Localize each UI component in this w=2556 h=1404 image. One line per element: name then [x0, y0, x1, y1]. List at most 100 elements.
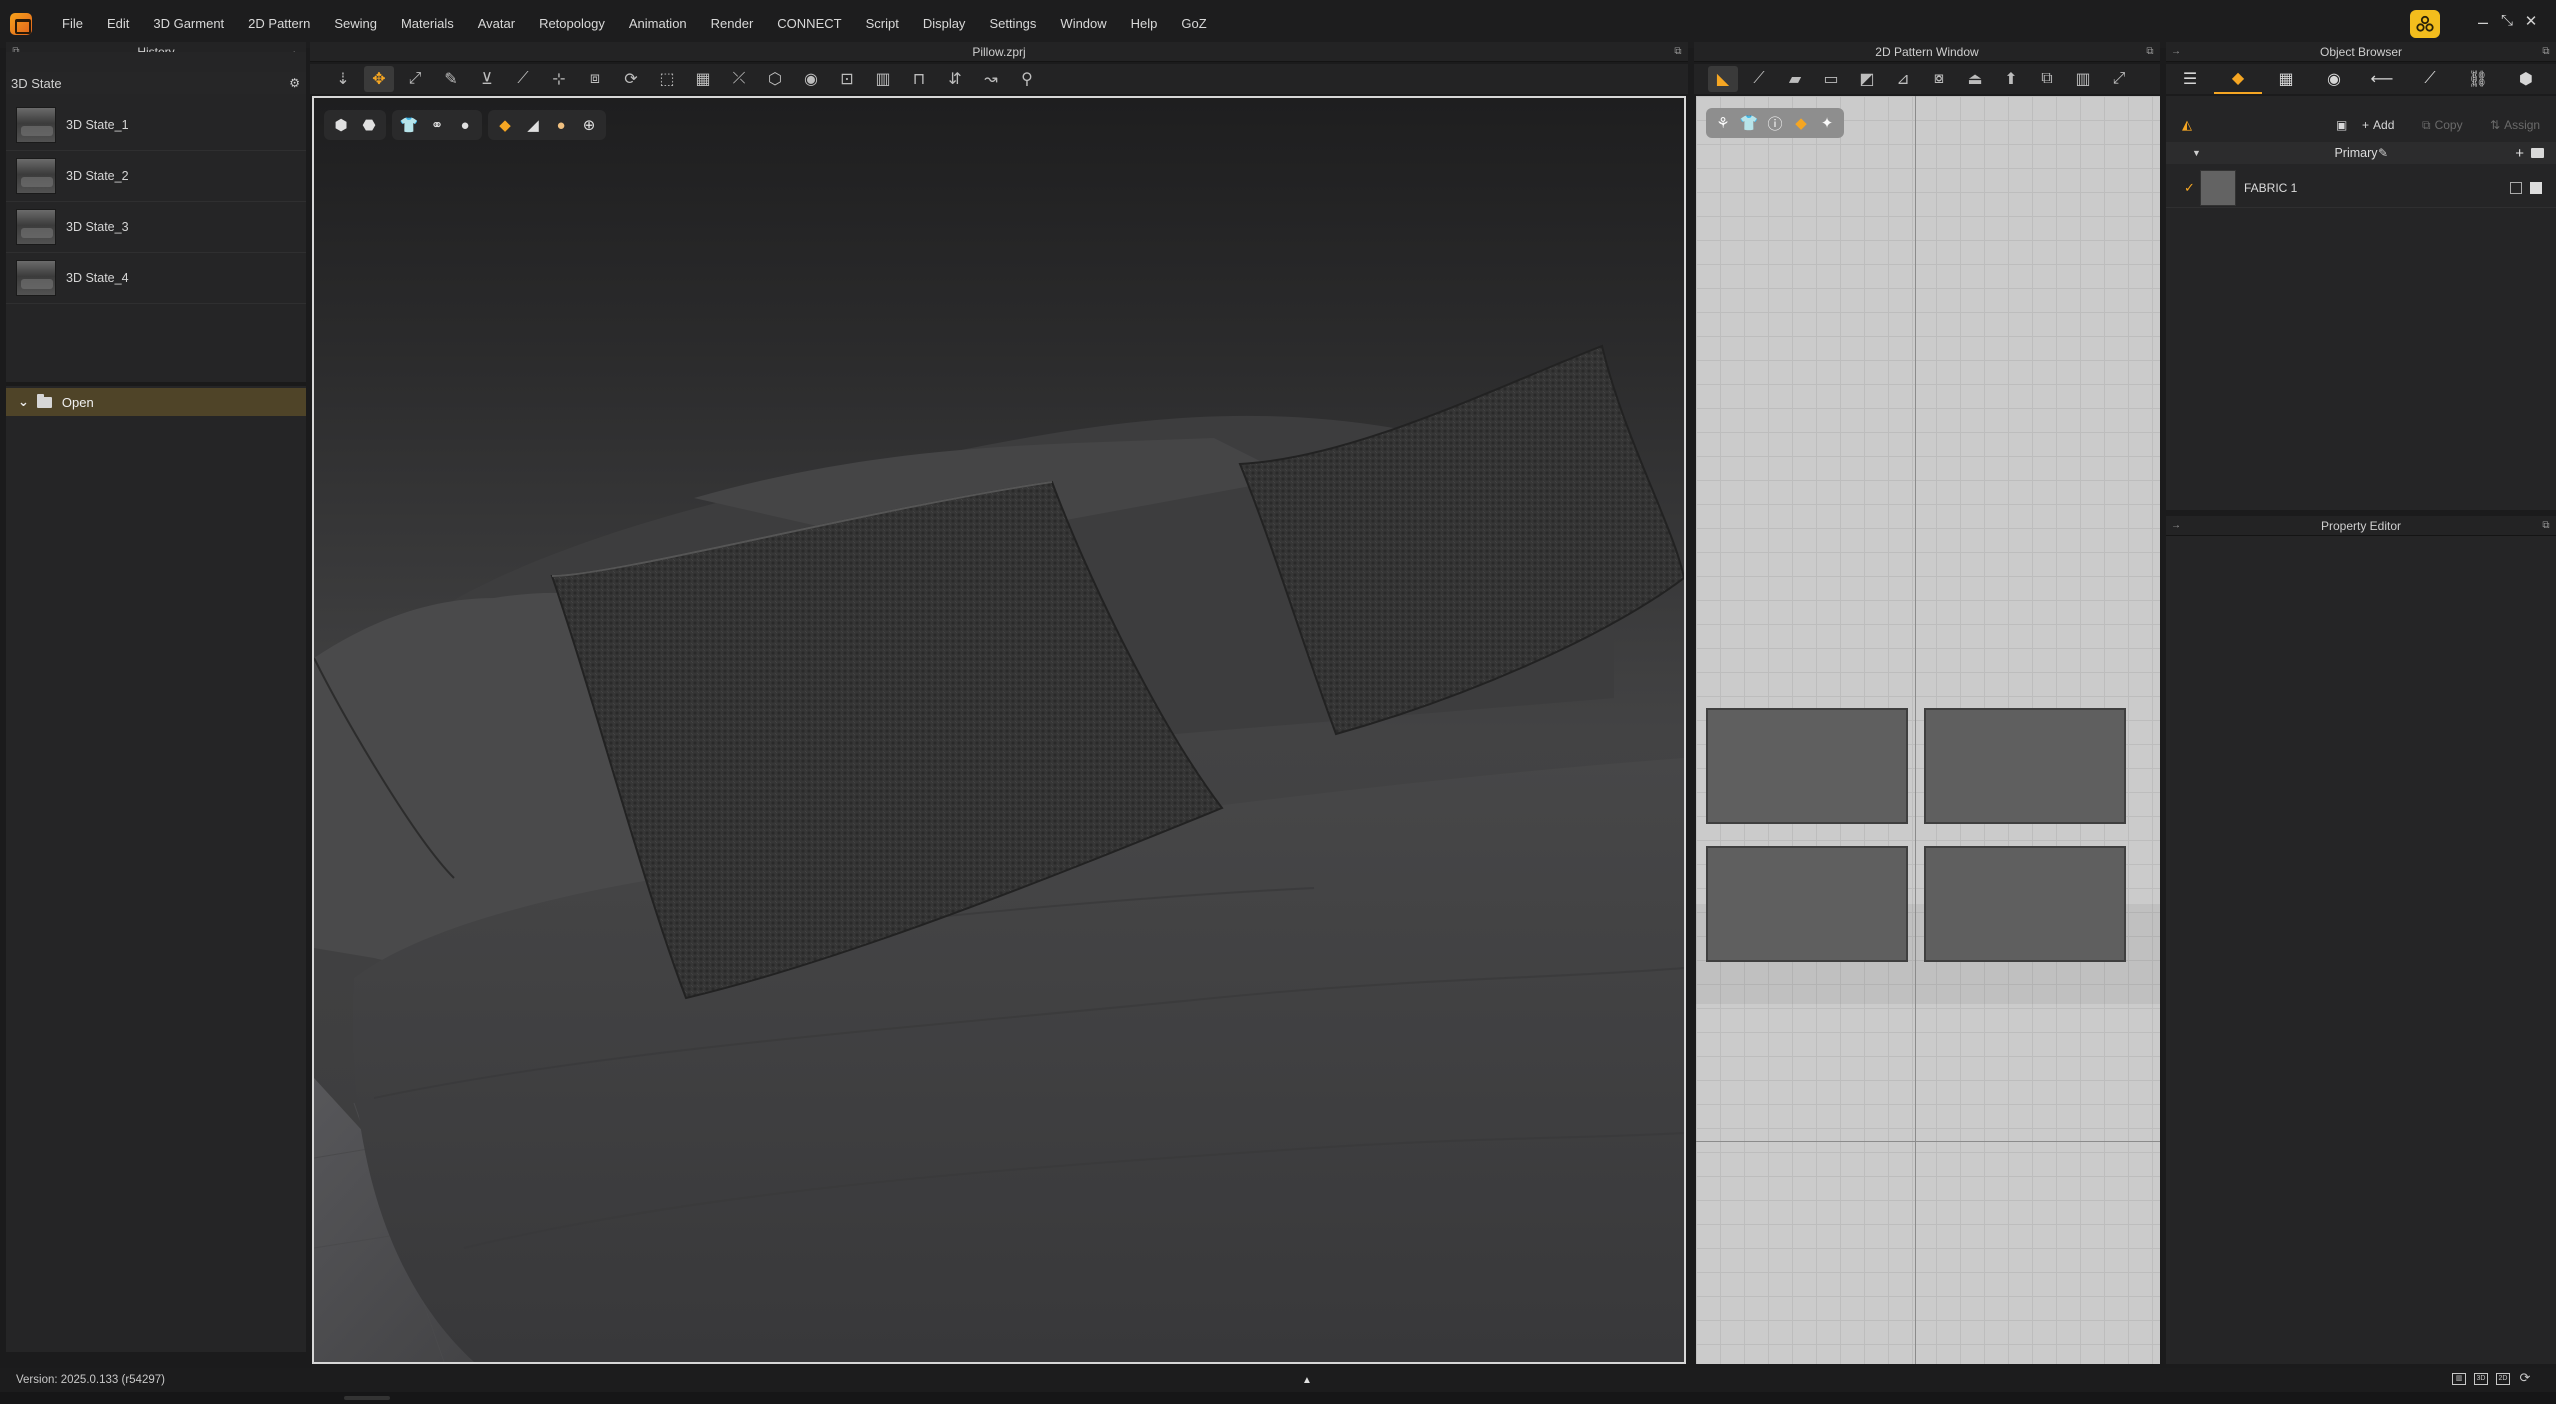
dart-icon[interactable]: ⊿	[1888, 66, 1918, 92]
menu-script[interactable]: Script	[854, 0, 911, 48]
pattern-piece[interactable]	[1706, 708, 1908, 824]
undock-ob-icon[interactable]: ⧉	[2540, 46, 2552, 58]
menu-retopology[interactable]: Retopology	[527, 0, 617, 48]
history-item[interactable]: 3D State_2	[6, 151, 306, 202]
tab-topstitch-icon[interactable]: ⟋	[2406, 64, 2454, 94]
expand-up-icon[interactable]: ▲	[1302, 1375, 1312, 1386]
pleat-icon[interactable]: ▥	[2068, 66, 2098, 92]
menu-avatar[interactable]: Avatar	[466, 0, 527, 48]
select-move-icon[interactable]: ⇣	[328, 66, 358, 92]
transform-gizmo-icon[interactable]: ✥	[364, 66, 394, 92]
transform-pattern-icon[interactable]: ◣	[1708, 66, 1738, 92]
pattern-piece[interactable]	[1924, 846, 2126, 962]
tab-buttonhole-icon[interactable]: ⟵	[2358, 64, 2406, 94]
minimize-icon[interactable]: –	[2472, 12, 2494, 33]
plus-icon[interactable]: +	[2515, 145, 2524, 162]
brush-icon[interactable]: ✎	[436, 66, 466, 92]
info-icon[interactable]: ⓘ	[1764, 112, 1786, 134]
assign-button[interactable]: ⇅ Assign	[2490, 118, 2540, 132]
line-icon[interactable]: ⤢	[2104, 66, 2134, 92]
tab-fabric-icon[interactable]: ◆	[2214, 64, 2262, 94]
menu-render[interactable]: Render	[699, 0, 766, 48]
pattern-piece[interactable]	[1706, 846, 1908, 962]
pin-icon[interactable]: ⊹	[544, 66, 574, 92]
sewing-lines-icon[interactable]: ⚭	[426, 114, 448, 136]
maximize-view3d-icon[interactable]: ⧉	[1672, 46, 1684, 58]
menu-window[interactable]: Window	[1048, 0, 1118, 48]
tab-trim-icon[interactable]: ⬢	[2502, 64, 2550, 94]
garment-fit-icon[interactable]: ⬆	[1996, 66, 2026, 92]
history-settings-icon[interactable]: ⚙	[289, 76, 300, 90]
shirt-icon[interactable]: 👕	[398, 114, 420, 136]
new-folder-icon[interactable]: ▣	[2336, 118, 2347, 132]
shirt-icon[interactable]: 👕	[1738, 112, 1760, 134]
fold-icon[interactable]: ⊻	[472, 66, 502, 92]
tab-button-icon[interactable]: ◉	[2310, 64, 2358, 94]
tab-zipper-icon[interactable]: ⛓	[2454, 64, 2502, 94]
fold-display-icon[interactable]: ✦	[1816, 112, 1838, 134]
connect-badge-icon[interactable]	[2410, 10, 2440, 38]
viewport-2d[interactable]: ⚘ 👕 ⓘ ◆ ✦	[1696, 96, 2160, 1364]
avatar-icon[interactable]: ●	[454, 114, 476, 136]
stretch-icon[interactable]: ⬡	[760, 66, 790, 92]
undock-pe-icon[interactable]: ⧉	[2540, 520, 2552, 532]
app-logo-icon[interactable]	[10, 13, 32, 35]
layout-2d-icon[interactable]: 2D	[2496, 1373, 2510, 1385]
menu-sewing[interactable]: Sewing	[322, 0, 389, 48]
avatar-display-icon[interactable]: ⬣	[358, 114, 380, 136]
delete-fabric-icon[interactable]	[2530, 181, 2542, 194]
point-icon[interactable]: ◉	[796, 66, 826, 92]
menu-materials[interactable]: Materials	[389, 0, 466, 48]
select-mesh-icon[interactable]: ⤢	[400, 66, 430, 92]
menu-display[interactable]: Display	[911, 0, 978, 48]
button-icon[interactable]: ⊡	[832, 66, 862, 92]
refresh-icon[interactable]: ⟳	[2518, 1371, 2532, 1385]
texture-icon[interactable]: ◆	[494, 114, 516, 136]
light-icon[interactable]: ●	[550, 114, 572, 136]
texture-icon[interactable]: ◆	[1790, 112, 1812, 134]
history-divider[interactable]	[6, 382, 306, 386]
grade-icon[interactable]: ⧇	[1924, 66, 1954, 92]
seam-icon[interactable]: ⇵	[940, 66, 970, 92]
layout-3d-icon[interactable]: 3D	[2474, 1373, 2488, 1385]
tack-icon[interactable]: ⟋	[508, 66, 538, 92]
layer-icon[interactable]: ⧉	[2032, 66, 2062, 92]
menu-file[interactable]: File	[50, 0, 95, 48]
menu-2d-pattern[interactable]: 2D Pattern	[236, 0, 322, 48]
history-item[interactable]: 3D State_1	[6, 100, 306, 151]
expand-triangle-icon[interactable]: ▼	[2192, 148, 2201, 158]
menu-help[interactable]: Help	[1119, 0, 1170, 48]
internal-shape-icon[interactable]: ◩	[1852, 66, 1882, 92]
folder-icon[interactable]	[2531, 148, 2544, 158]
menu-animation[interactable]: Animation	[617, 0, 699, 48]
history-item[interactable]: 3D State_4	[6, 253, 306, 304]
zipper-icon[interactable]: ▥	[868, 66, 898, 92]
history-open-row[interactable]: ⌄ Open	[6, 388, 306, 416]
wand-icon[interactable]: ⚘	[1712, 112, 1734, 134]
iron-icon[interactable]: ⏏	[1960, 66, 1990, 92]
viewport-3d[interactable]: ⬢ ⬣ 👕 ⚭ ● ◆ ◢ ● ⊕	[312, 96, 1686, 1364]
garment-display-icon[interactable]: ⬢	[330, 114, 352, 136]
apply-to-selection-icon[interactable]	[2510, 181, 2522, 194]
pencil-icon[interactable]: ✎	[2378, 146, 2388, 160]
edit-pattern-icon[interactable]: ⟋	[1744, 66, 1774, 92]
menu-goz[interactable]: GoZ	[1169, 0, 1218, 48]
avatar-pose-icon[interactable]: ⚲	[1012, 66, 1042, 92]
add-button[interactable]: + Add	[2362, 118, 2394, 132]
menu-edit[interactable]: Edit	[95, 0, 141, 48]
globe-icon[interactable]: ⊕	[578, 114, 600, 136]
fabric-list-item[interactable]: ✓ FABRIC 1	[2166, 168, 2556, 208]
box-select-icon[interactable]: ⬚	[652, 66, 682, 92]
rotate-icon[interactable]: ⟳	[616, 66, 646, 92]
layout-split-icon[interactable]: ▥	[2452, 1373, 2466, 1385]
measure-icon[interactable]: ⤫	[724, 66, 754, 92]
tab-checker-icon[interactable]: ▦	[2262, 64, 2310, 94]
close-icon[interactable]: ✕	[2520, 12, 2542, 30]
copy-button[interactable]: ⧉ Copy	[2422, 118, 2463, 133]
pattern-piece[interactable]	[1924, 708, 2126, 824]
polygon-icon[interactable]: ▰	[1780, 66, 1810, 92]
curve-icon[interactable]: ↝	[976, 66, 1006, 92]
shading-icon[interactable]: ◢	[522, 114, 544, 136]
trim-icon[interactable]: ⊓	[904, 66, 934, 92]
grid-icon[interactable]: ▦	[688, 66, 718, 92]
